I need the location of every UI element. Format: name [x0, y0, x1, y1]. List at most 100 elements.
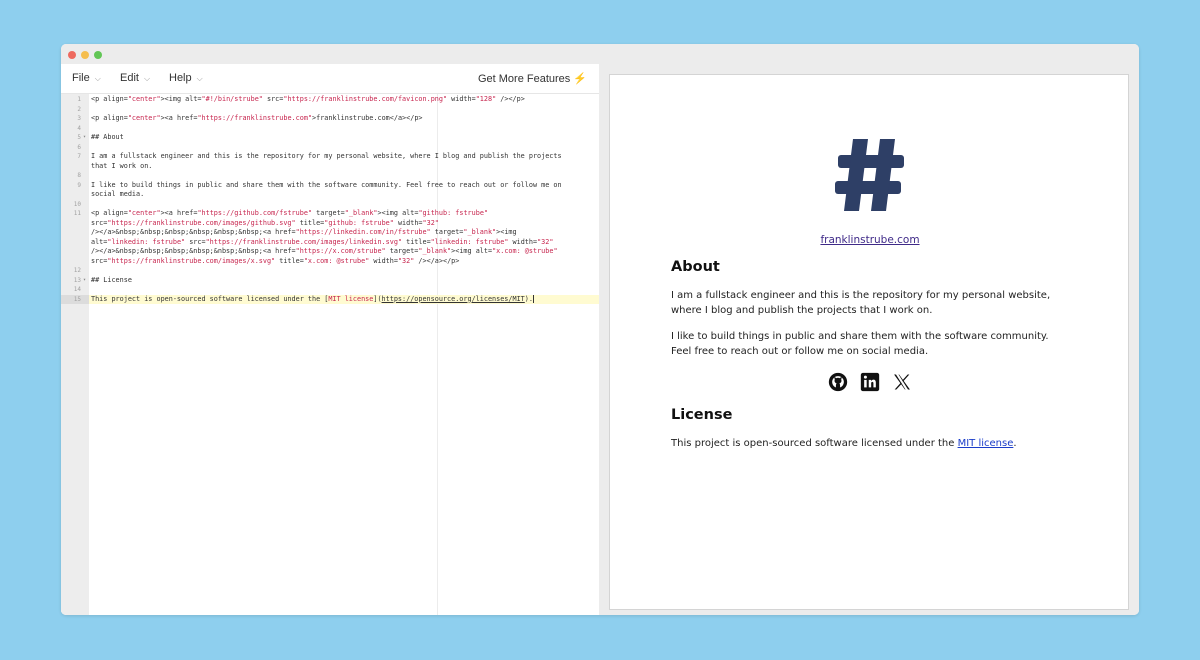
code-token: title=: [275, 256, 304, 265]
chevron-down-icon: ⌵: [196, 74, 203, 83]
code-token: /></p>: [496, 95, 525, 103]
line-number: [61, 162, 89, 172]
code-text: ## About: [91, 133, 124, 143]
code-lines: 1 <p align="center"><img alt="#!/bin/stru…: [61, 94, 599, 304]
code-token: src=: [91, 218, 108, 227]
line-number: 9: [77, 181, 81, 189]
code-line: 5 ▾ ## About: [61, 133, 599, 143]
code-token: src=: [91, 256, 108, 265]
lightning-bolt-icon: ⚡: [573, 73, 587, 85]
line-number: 8: [77, 172, 81, 179]
line-number: 4: [77, 124, 81, 132]
code-text: src="https://franklinstrube.com/images/g…: [91, 219, 439, 229]
code-token: ><img alt=: [451, 247, 493, 255]
code-token: <p align=: [91, 114, 128, 122]
code-token: "#!/bin/strube": [201, 95, 263, 103]
line-number: 7: [77, 153, 81, 160]
fold-toggle-icon[interactable]: ▾: [83, 133, 86, 143]
code-text: ## License: [91, 276, 132, 286]
line-number: 2: [77, 105, 81, 113]
code-token: ## License: [91, 275, 132, 284]
code-line: 3 <p align="center"><a href="https://fran…: [61, 114, 599, 124]
code-line: 2: [61, 105, 599, 115]
line-number: 14: [73, 286, 81, 293]
code-text: social media.: [91, 190, 144, 200]
zoom-window-button[interactable]: [94, 51, 102, 59]
code-line: 10: [61, 200, 599, 210]
code-text: <p align="center"><img alt="#!/bin/strub…: [91, 95, 525, 105]
code-token: width=: [393, 218, 423, 227]
code-line: 9 I like to build things in public and sh…: [61, 181, 599, 191]
code-token: I am a fullstack engineer and this is th…: [91, 152, 562, 160]
code-token: social media.: [91, 190, 145, 198]
line-number: 15: [61, 294, 89, 304]
code-line: /></a>&nbsp;&nbsp;&nbsp;&nbsp;&nbsp;&nbs…: [61, 247, 599, 257]
code-line: 11 <p align="center"><a href="https://git…: [61, 209, 599, 219]
code-line: 1 <p align="center"><img alt="#!/bin/stru…: [61, 95, 599, 105]
edit-menu-label: Edit: [120, 72, 139, 84]
linkedin-icon[interactable]: [860, 372, 880, 392]
code-line: /></a>&nbsp;&nbsp;&nbsp;&nbsp;&nbsp;&nbs…: [61, 228, 599, 238]
line-number: 1: [77, 96, 81, 103]
code-token: width=: [447, 95, 476, 103]
get-more-features-button[interactable]: Get More Features ⚡: [478, 72, 587, 85]
code-text: I am a fullstack engineer and this is th…: [91, 152, 562, 162]
code-token: "https://franklinstrube.com/images/githu…: [107, 218, 296, 227]
fold-toggle-icon[interactable]: ▾: [83, 276, 86, 286]
close-window-button[interactable]: [68, 51, 76, 59]
line-number: [61, 247, 89, 257]
get-more-features-label: Get More Features: [477, 73, 571, 85]
menu-bar: File ⌵ Edit ⌵ Help ⌵ Get More Features ⚡: [61, 64, 599, 94]
code-token: /></a></p>: [414, 256, 460, 265]
x-icon[interactable]: [892, 372, 912, 392]
code-line: 4: [61, 124, 599, 134]
file-menu[interactable]: File ⌵: [72, 72, 101, 84]
code-token: ## About: [91, 133, 124, 141]
code-token: ><img: [496, 228, 517, 236]
edit-menu[interactable]: Edit ⌵: [120, 72, 150, 84]
code-token: "https://x.com/strube": [295, 247, 386, 255]
code-token: ](: [373, 294, 382, 303]
code-token: title=: [295, 218, 325, 227]
text-cursor: [532, 294, 534, 303]
help-menu-label: Help: [169, 72, 192, 84]
code-token: target=: [430, 228, 464, 236]
code-token: "center": [127, 114, 161, 122]
code-token: src=: [262, 95, 284, 103]
code-token: "center": [127, 95, 161, 103]
hash-logo-icon: [835, 139, 904, 211]
code-line: 8: [61, 171, 599, 181]
code-text: that I work on.: [91, 162, 152, 172]
line-number: 3: [77, 115, 81, 122]
app-window: File ⌵ Edit ⌵ Help ⌵ Get More Features ⚡ 1 <p…: [61, 44, 1139, 615]
line-number: 6: [77, 143, 81, 151]
github-icon[interactable]: [828, 372, 848, 392]
title-bar: [61, 44, 1139, 64]
help-menu[interactable]: Help ⌵: [169, 72, 203, 84]
code-text: /></a>&nbsp;&nbsp;&nbsp;&nbsp;&nbsp;&nbs…: [91, 247, 558, 257]
code-token: "https://franklinstrube.com/favicon.png": [283, 95, 448, 103]
code-token: This project is open-sourced software li…: [91, 294, 329, 303]
code-token: >franklinstrube.com</a></p>: [312, 114, 423, 122]
mit-license-link[interactable]: MIT license: [958, 438, 1014, 449]
code-token: alt=: [91, 237, 108, 246]
markdown-editor[interactable]: 1 <p align="center"><img alt="#!/bin/stru…: [61, 94, 599, 615]
code-token: ><img alt=: [160, 95, 202, 103]
minimize-window-button[interactable]: [81, 51, 89, 59]
code-text: I like to build things in public and sha…: [91, 181, 562, 191]
markdown-preview: franklinstrube.com About I am a fullstac…: [609, 74, 1129, 610]
code-token: /></a>&nbsp;&nbsp;&nbsp;&nbsp;&nbsp;&nbs…: [91, 247, 296, 255]
code-line: 12: [61, 266, 599, 276]
chevron-down-icon: ⌵: [143, 74, 151, 83]
code-line: 6: [61, 143, 599, 153]
code-token: "https://linkedin.com/in/fstrube": [295, 228, 431, 236]
code-token: I like to build things in public and sha…: [91, 180, 562, 189]
site-link[interactable]: franklinstrube.com: [610, 234, 1130, 246]
code-text: <p align="center"><a href="https://githu…: [91, 209, 488, 219]
code-token: "https://github.com/fstrube": [197, 209, 313, 217]
file-menu-label: File: [72, 72, 90, 84]
code-token: width=: [369, 256, 398, 265]
code-token: src=: [185, 237, 206, 246]
code-token: <p align=: [91, 209, 128, 217]
code-line: src="https://franklinstrube.com/images/x…: [61, 257, 599, 267]
